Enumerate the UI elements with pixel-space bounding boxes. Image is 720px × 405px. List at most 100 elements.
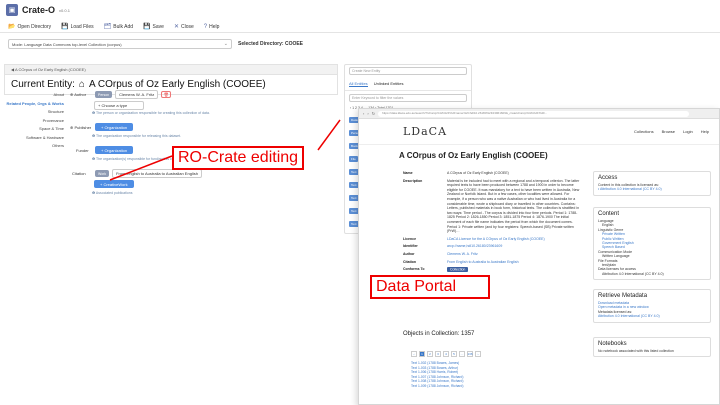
nav-structure[interactable]: Structure (4, 108, 64, 117)
choose-type-row: + Choose a type (94, 101, 144, 110)
nav-help[interactable]: Help (701, 129, 709, 134)
list-item[interactable]: Text 1-002 (1788 Bowes, James) (411, 361, 463, 366)
site-nav: Collections Browse Login Help (634, 129, 709, 134)
selected-directory: Selected Directory: COOEE (238, 40, 304, 47)
save-icon: 💾 (143, 24, 151, 30)
site-header: LDaCA Collections Browse Login Help (359, 119, 719, 145)
app-name: Crate-O (22, 5, 56, 15)
side-nav: About Related People, Orgs & Works Struc… (4, 91, 65, 151)
content-card: Content Language English Linguistic Genr… (593, 207, 711, 281)
nav-browse[interactable]: Browse (662, 129, 675, 134)
page-title: A COrpus of Oz Early English (COOEE) (399, 151, 548, 160)
load-files-button[interactable]: 💾 Load Files (61, 23, 94, 31)
citation-label: Citation (72, 171, 86, 176)
author-value[interactable]: Clemens W. A. Fritz (115, 90, 159, 99)
nav-collections[interactable]: Collections (634, 129, 654, 134)
citation-help: ❶ Associated publications (92, 191, 133, 195)
funder-label: Funder (76, 147, 89, 153)
bulk-icon: 🗂 (103, 24, 112, 30)
page-last[interactable]: 136 (467, 351, 473, 357)
toolbar: 📂 Open Directory 💾 Load Files 🗂 Bulk Add 💾 S… (0, 21, 720, 33)
delete-icon[interactable]: 🗑 (161, 91, 172, 98)
work-tag: Work (95, 170, 110, 177)
nav-space-time[interactable]: Space & Time (4, 125, 64, 134)
file-icon: 💾 (61, 24, 69, 30)
author-help: ❶ The person or organization responsible… (92, 111, 210, 115)
entity-editor: ◀ A COrpus of Oz Early English (COOEE) C… (4, 64, 338, 405)
mode-row: Mode: Language Data Commons top-level Co… (8, 38, 712, 49)
conforms-badge[interactable]: Collection (447, 266, 469, 272)
home-icon: ⌂ (78, 79, 85, 90)
page-ellipsis: … (459, 351, 465, 357)
citation-row: Citation Work From English to Australia … (72, 169, 202, 178)
folder-icon: 📂 (8, 24, 16, 30)
table-row: Conforms To Collection (403, 266, 583, 272)
nav-others[interactable]: Others (4, 142, 64, 151)
page-prev[interactable]: ‹ (411, 351, 417, 357)
entity-tabs: All Entities Unlinked Entities (345, 78, 471, 91)
page-5[interactable]: 5 (451, 351, 457, 357)
add-creative-work-button[interactable]: + CreativeWork (94, 180, 134, 188)
nav-provenance[interactable]: Provenance (4, 117, 64, 126)
nav-related[interactable]: Related People, Orgs & Works (4, 100, 65, 109)
table-row: Licence LDaCA Licence for the A COrpus of… (403, 236, 545, 241)
access-card: Access Content in this collection is lic… (593, 171, 711, 196)
person-tag: Person (95, 91, 113, 98)
address-bar[interactable]: https://data.ldaca.edu.au/search/?id=arc… (378, 110, 689, 117)
page-next[interactable]: › (475, 351, 481, 357)
objects-count: Objects in Collection: 1357 (403, 331, 475, 337)
metadata-table: Name A COrpus of Oz Early English (COOEE)… (403, 171, 583, 282)
funder-row: Funder + Organization (76, 146, 134, 154)
entity-filter-input[interactable]: Enter Keyword to filter the values (349, 94, 467, 102)
page-2[interactable]: 2 (427, 351, 433, 357)
choose-type-select[interactable]: + Choose a type (94, 101, 144, 110)
create-entity-select[interactable]: Create New Entity (349, 67, 467, 75)
breadcrumb[interactable]: ◀ A COrpus of Oz Early English (COOEE) (4, 64, 338, 74)
notebooks-card: Notebooks No notebook associated with th… (593, 337, 711, 358)
ldaca-logo[interactable]: LDaCA (403, 125, 447, 138)
page-3[interactable]: 3 (435, 351, 441, 357)
app-header: ▣ Crate-O v0.0.1 (0, 0, 720, 20)
nav-login[interactable]: Login (683, 129, 693, 134)
help-button[interactable]: ? Help (204, 24, 220, 30)
ro-crate-editing-callout: RO-Crate editing (172, 146, 305, 170)
record-list: Text 1-002 (1788 Bowes, James) Text 1-00… (411, 361, 463, 389)
forward-icon[interactable]: › (367, 111, 368, 116)
data-portal-callout: Data Portal (370, 275, 490, 299)
creative-work-row: + CreativeWork (94, 180, 134, 188)
tab-all-entities[interactable]: All Entities (349, 81, 368, 87)
nav-software[interactable]: Software & Hardware (4, 134, 64, 143)
bulk-add-button[interactable]: 🗂 Bulk Add (103, 23, 133, 31)
citation-value[interactable]: From English to Australia to Australian … (112, 169, 202, 178)
browser-bar: ‹ › ↻ https://data.ldaca.edu.au/search/?… (359, 109, 719, 119)
open-directory-button[interactable]: 📂 Open Directory (8, 23, 51, 31)
page-1[interactable]: 1 (419, 351, 425, 357)
table-row: Name A COrpus of Oz Early English (COOEE) (403, 171, 509, 175)
close-button[interactable]: ✕ Close (173, 23, 194, 31)
table-row: Identifier arcp://name,hdl10.26180/239616… (403, 244, 503, 249)
table-row: Citation From English to Australia to Aus… (403, 259, 519, 264)
save-button[interactable]: 💾 Save (143, 23, 164, 31)
list-item[interactable]: Text 1-009 (1788 Johnson, Richard) (411, 384, 463, 389)
data-portal-window: ‹ › ↻ https://data.ldaca.edu.au/search/?… (358, 108, 720, 405)
pagination: ‹ 1 2 3 4 5 … 136 › (411, 351, 481, 357)
publisher-label: ⊕ Publisher (70, 124, 92, 130)
tab-unlinked-entities[interactable]: Unlinked Entities (374, 81, 404, 87)
chevron-down-icon: ⌄ (223, 40, 228, 47)
publisher-row: ⊕ Publisher + Organization (70, 123, 134, 131)
add-funder-button[interactable]: + Organization (95, 146, 134, 154)
page-4[interactable]: 4 (443, 351, 449, 357)
nav-about[interactable]: About (4, 91, 64, 100)
close-icon: ✕ (173, 24, 179, 30)
reload-icon[interactable]: ↻ (372, 111, 375, 116)
mode-select[interactable]: Mode: Language Data Commons top-level Co… (8, 38, 232, 49)
back-icon[interactable]: ‹ (363, 111, 364, 116)
add-organization-button[interactable]: + Organization (95, 123, 134, 131)
publisher-help: ❶ The organization responsible for relea… (92, 134, 182, 138)
author-label: ⊕ Author (70, 92, 87, 97)
help-icon: ? (203, 23, 208, 30)
retrieve-metadata-card: Retrieve Metadata Download metadata Open… (593, 289, 711, 323)
app-version: v0.0.1 (59, 7, 70, 13)
table-row: Description Material is be included had t… (403, 178, 580, 234)
crate-logo-icon: ▣ (6, 4, 18, 16)
